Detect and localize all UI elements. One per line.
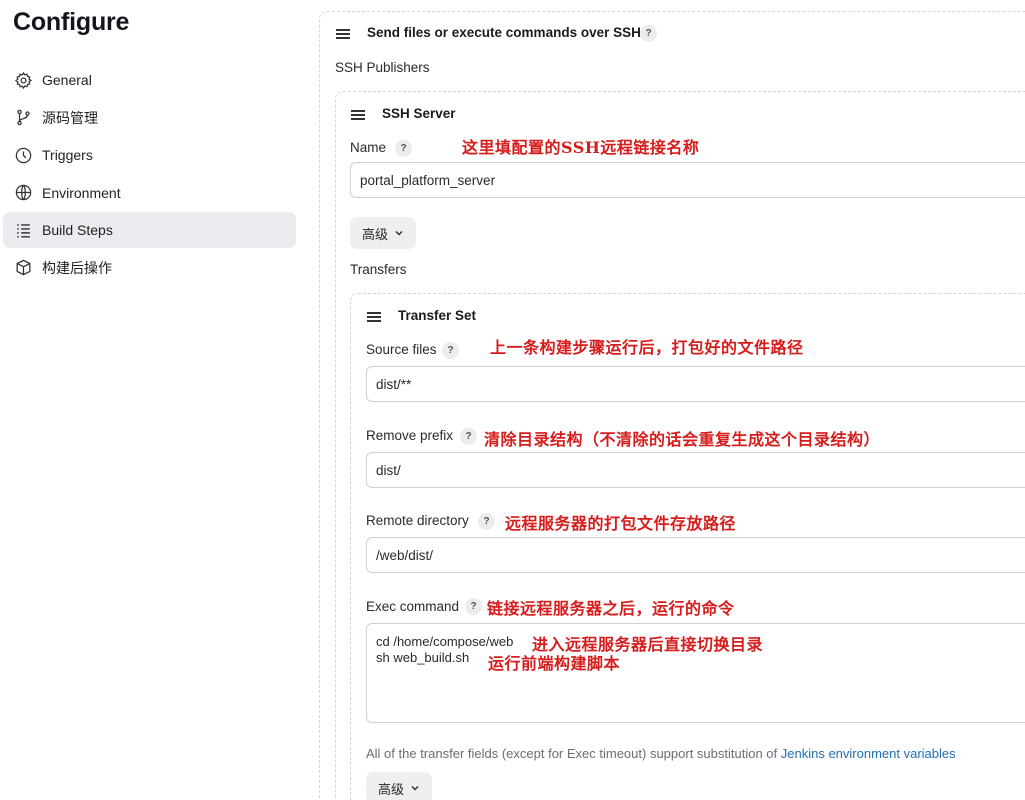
advanced-label: 高级 bbox=[362, 226, 389, 242]
advanced-button[interactable]: 高级 bbox=[366, 772, 433, 800]
jenkins-env-vars-link[interactable]: Jenkins environment variables bbox=[781, 746, 956, 761]
sidebar-item-build-steps[interactable]: Build Steps bbox=[3, 212, 296, 248]
transfer-set-title: Transfer Set bbox=[398, 308, 477, 323]
sidebar-item-source-control[interactable]: 源码管理 bbox=[3, 100, 296, 136]
sidebar-item-label: 构建后操作 bbox=[42, 259, 112, 276]
annotation-remove: 清除目录结构（不清除的话会重复生成这个目录结构） bbox=[484, 430, 881, 449]
annotation-exec: 链接远程服务器之后，运行的命令 bbox=[487, 599, 735, 618]
sidebar-item-general[interactable]: General bbox=[3, 62, 296, 98]
substitution-note-text: All of the transfer fields (except for E… bbox=[366, 746, 781, 761]
annotation-exec-line2: 运行前端构建脚本 bbox=[488, 654, 621, 673]
transfers-label: Transfers bbox=[350, 262, 407, 277]
sidebar-item-environment[interactable]: Environment bbox=[3, 175, 296, 211]
sidebar: General 源码管理 Triggers Environment Build … bbox=[3, 62, 296, 287]
sidebar-item-label: General bbox=[42, 72, 92, 88]
clock-icon bbox=[13, 145, 33, 165]
globe-icon bbox=[13, 183, 33, 203]
chevron-down-icon bbox=[395, 230, 403, 236]
sidebar-item-label: Triggers bbox=[42, 147, 93, 163]
help-icon[interactable]: ? bbox=[640, 25, 657, 42]
help-icon[interactable]: ? bbox=[465, 598, 482, 615]
sidebar-item-label: Environment bbox=[42, 184, 121, 201]
advanced-button[interactable]: 高级 bbox=[350, 217, 417, 249]
remote-directory-field[interactable]: /web/dist/ bbox=[366, 537, 1025, 573]
step-title: Send files or execute commands over SSH bbox=[367, 25, 641, 40]
sidebar-item-post-build[interactable]: 构建后操作 bbox=[3, 250, 296, 286]
remove-prefix-field[interactable]: dist/ bbox=[366, 452, 1025, 488]
drag-handle-icon[interactable] bbox=[351, 110, 365, 120]
annotation-source: 上一条构建步骤运行后，打包好的文件路径 bbox=[490, 338, 804, 357]
drag-handle-icon[interactable] bbox=[367, 312, 381, 322]
sidebar-item-triggers[interactable]: Triggers bbox=[3, 137, 296, 173]
page-title: Configure bbox=[13, 8, 130, 36]
remote-directory-label: Remote directory bbox=[366, 513, 469, 528]
advanced-label: 高级 bbox=[378, 781, 405, 797]
help-icon[interactable]: ? bbox=[478, 513, 495, 530]
gear-icon bbox=[13, 70, 33, 90]
exec-command-label: Exec command bbox=[366, 599, 460, 614]
help-icon[interactable]: ? bbox=[395, 140, 412, 157]
annotation-name: 这里填配置的SSH远程链接名称 bbox=[462, 138, 700, 157]
remove-prefix-label: Remove prefix bbox=[366, 428, 454, 443]
source-files-field[interactable]: dist/** bbox=[366, 366, 1025, 402]
substitution-note: All of the transfer fields (except for E… bbox=[366, 746, 956, 761]
list-icon bbox=[13, 220, 33, 240]
chevron-down-icon bbox=[411, 785, 419, 791]
annotation-remote: 远程服务器的打包文件存放路径 bbox=[505, 514, 737, 533]
ssh-publishers-label: SSH Publishers bbox=[335, 60, 430, 75]
source-files-label: Source files bbox=[366, 342, 437, 357]
cube-icon bbox=[13, 258, 33, 278]
sidebar-item-label: Build Steps bbox=[42, 222, 113, 238]
help-icon[interactable]: ? bbox=[442, 342, 459, 359]
name-field[interactable]: portal_platform_server bbox=[350, 162, 1025, 198]
help-icon[interactable]: ? bbox=[460, 428, 477, 445]
name-label: Name bbox=[350, 140, 387, 155]
ssh-server-title: SSH Server bbox=[382, 106, 456, 121]
drag-handle-icon[interactable] bbox=[336, 29, 350, 39]
sidebar-item-label: 源码管理 bbox=[42, 109, 98, 126]
branch-icon bbox=[13, 108, 33, 128]
